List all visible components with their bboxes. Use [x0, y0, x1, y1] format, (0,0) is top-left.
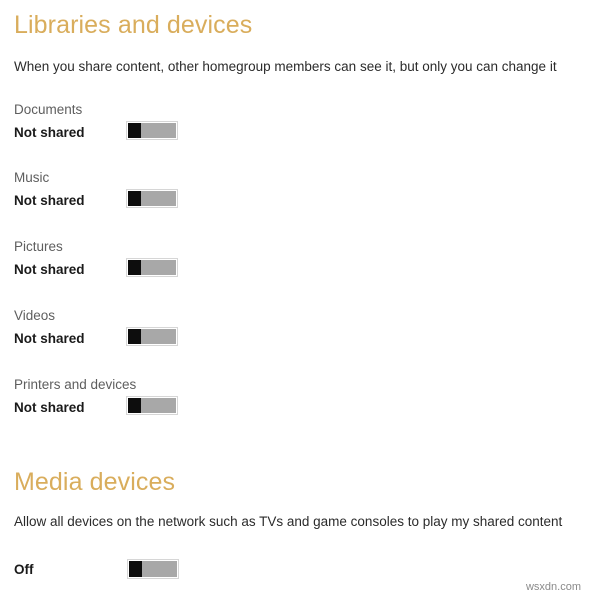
videos-toggle[interactable]: [126, 327, 178, 346]
toggle-track: [128, 398, 176, 413]
documents-toggle[interactable]: [126, 121, 178, 140]
watermark: wsxdn.com: [525, 581, 581, 593]
media-devices-state: Off: [14, 562, 34, 577]
setting-state-music: Not shared: [14, 193, 85, 208]
setting-title-music: Music: [14, 170, 50, 185]
music-toggle[interactable]: [126, 189, 178, 208]
toggle-track: [128, 191, 176, 206]
setting-state-printers-and-devices: Not shared: [14, 400, 85, 415]
toggle-thumb[interactable]: [128, 329, 141, 344]
toggle-thumb[interactable]: [128, 191, 141, 206]
media-devices-description: Allow all devices on the network such as…: [14, 514, 563, 529]
toggle-thumb[interactable]: [128, 398, 141, 413]
setting-title-videos: Videos: [14, 308, 56, 323]
toggle-thumb[interactable]: [128, 123, 141, 138]
libraries-and-devices-description: When you share content, other homegroup …: [14, 59, 557, 74]
toggle-track: [128, 329, 176, 344]
media-devices-toggle[interactable]: [127, 559, 179, 579]
printers-and-devices-toggle[interactable]: [126, 396, 178, 415]
setting-title-pictures: Pictures: [14, 239, 63, 254]
setting-title-documents: Documents: [14, 102, 83, 117]
media-devices-heading: Media devices: [14, 468, 176, 496]
setting-title-printers-and-devices: Printers and devices: [14, 377, 137, 392]
homegroup-settings-page: Libraries and devices When you share con…: [0, 0, 591, 600]
pictures-toggle[interactable]: [126, 258, 178, 277]
toggle-track: [128, 123, 176, 138]
setting-state-documents: Not shared: [14, 125, 85, 140]
setting-state-videos: Not shared: [14, 331, 85, 346]
toggle-thumb[interactable]: [128, 260, 141, 275]
toggle-track: [128, 260, 176, 275]
setting-state-pictures: Not shared: [14, 262, 85, 277]
toggle-track: [129, 561, 177, 577]
libraries-and-devices-heading: Libraries and devices: [14, 11, 253, 39]
toggle-thumb[interactable]: [129, 561, 142, 577]
